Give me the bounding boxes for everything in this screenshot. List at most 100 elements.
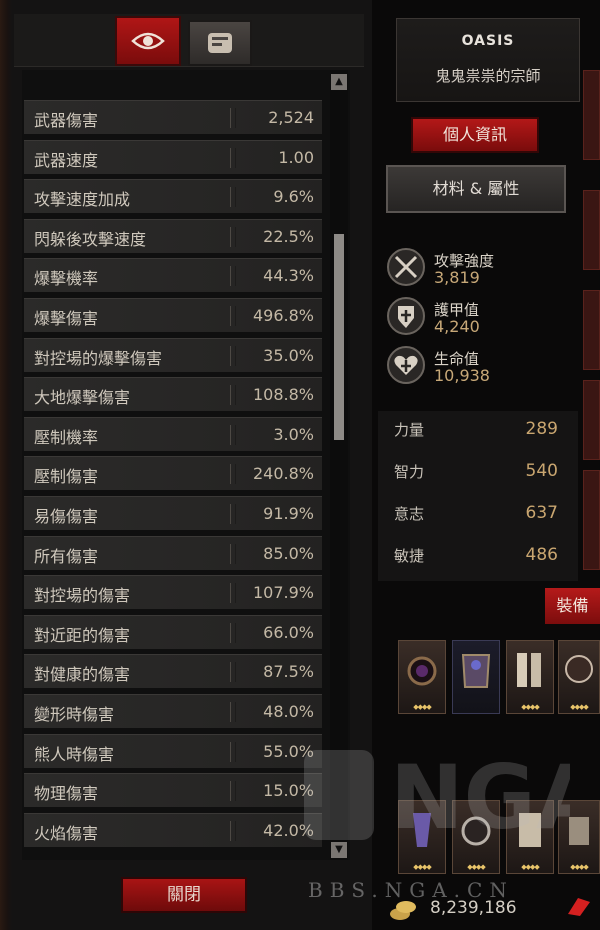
stat-divider [230, 741, 236, 762]
stat-label: 爆擊傷害 [34, 309, 99, 328]
attribute-row[interactable]: 意志 637 [378, 495, 568, 535]
chest-armor-icon [461, 654, 491, 688]
stat-row[interactable]: 大地爆擊傷害 108.8% [24, 377, 322, 412]
attribute-label: 力量 [394, 421, 425, 439]
panel-border [0, 0, 12, 930]
stat-label: 物理傷害 [34, 784, 99, 804]
stat-divider [230, 820, 236, 841]
stat-row[interactable]: 所有傷害 85.0% [24, 535, 322, 570]
equipment-slot-weapon[interactable]: ◆◆◆◆ [558, 640, 600, 714]
stat-value: 3.0% [273, 424, 314, 444]
stat-divider [230, 702, 236, 722]
stat-row[interactable]: 熊人時傷害 55.0% [24, 733, 322, 768]
attribute-value: 637 [525, 503, 558, 523]
weapon-icon [565, 655, 593, 683]
side-tab[interactable] [583, 290, 600, 370]
eye-icon [131, 32, 165, 50]
equipment-slot-amulet[interactable]: ◆◆◆◆ [398, 640, 446, 714]
attribute-row[interactable]: 智力 540 [378, 453, 568, 493]
stat-divider [230, 306, 236, 326]
stat-divider [230, 147, 236, 168]
stat-label: 所有傷害 [34, 546, 99, 566]
attribute-label: 智力 [394, 463, 425, 481]
stat-row[interactable]: 壓制傷害 240.8% [24, 456, 322, 491]
stat-value: 240.8% [252, 464, 314, 484]
side-tab[interactable] [583, 380, 600, 460]
stat-divider [230, 583, 236, 604]
side-tab[interactable] [583, 70, 600, 160]
red-gem-icon [568, 898, 590, 916]
item-rarity-stars: ◆◆◆◆ [570, 863, 589, 871]
attributes-box: 力量 289 智力 540 意志 637 敏捷 486 [378, 411, 578, 581]
stat-row[interactable]: 對控場的傷害 107.9% [24, 575, 322, 610]
stat-label: 壓制傷害 [34, 467, 99, 487]
stat-row[interactable]: 火焰傷害 42.0% [24, 812, 322, 847]
stat-row[interactable]: 爆擊傷害 496.8% [24, 298, 322, 332]
stat-label: 對控場的傷害 [34, 586, 131, 606]
life-value: 10,938 [434, 366, 490, 385]
stat-label: 大地爆擊傷害 [34, 388, 131, 408]
close-button[interactable]: 關閉 [121, 877, 247, 913]
stat-divider [230, 266, 236, 287]
attribute-value: 486 [525, 545, 558, 565]
stat-row[interactable]: 物理傷害 15.0% [24, 773, 322, 808]
stat-value: 91.9% [263, 504, 314, 523]
stat-divider [230, 108, 236, 128]
armor-value: 4,240 [434, 317, 480, 336]
stat-divider [230, 226, 236, 247]
item-rarity-stars: ◆◆◆◆ [521, 863, 540, 871]
item-rarity-stars: ◆◆◆◆ [413, 863, 432, 871]
stat-row[interactable]: 武器速度 1.00 [24, 139, 322, 174]
stat-row[interactable]: 閃躲後攻擊速度 22.5% [24, 218, 322, 253]
equipment-slot-chest[interactable] [452, 640, 500, 714]
stat-label: 閃躲後攻擊速度 [34, 229, 147, 249]
stat-divider [230, 662, 236, 683]
equipment-slot-boots[interactable]: ◆◆◆◆ [506, 640, 554, 714]
gold-amount: 8,239,186 [430, 898, 517, 918]
stat-divider [230, 385, 236, 406]
stat-row[interactable]: 壓制機率 3.0% [24, 416, 322, 451]
attribute-value: 289 [525, 419, 558, 439]
stat-row[interactable]: 武器傷害 2,524 [24, 100, 322, 134]
stat-value: 2,524 [268, 108, 314, 127]
materials-attributes-button[interactable]: 材料 & 屬性 [386, 165, 566, 213]
scroll-up-button[interactable]: ▲ [331, 74, 347, 90]
scrollbar-thumb[interactable] [334, 234, 344, 440]
stat-value: 35.0% [263, 345, 314, 365]
attribute-row[interactable]: 力量 289 [378, 411, 568, 451]
stat-label: 武器傷害 [34, 111, 99, 130]
stat-divider [230, 345, 236, 366]
stat-divider [230, 781, 236, 802]
profile-button[interactable]: 個人資訊 [411, 117, 539, 153]
stat-row[interactable]: 對控場的爆擊傷害 35.0% [24, 337, 322, 372]
name-plate: OASIS 鬼鬼祟祟的宗師 [396, 18, 580, 102]
crossed-swords-icon [387, 248, 425, 286]
stat-row[interactable]: 對近距的傷害 66.0% [24, 614, 322, 649]
stat-label: 熊人時傷害 [34, 744, 115, 764]
stat-label: 對控場的爆擊傷害 [34, 348, 163, 368]
stat-divider [230, 464, 236, 485]
tab-character-stats[interactable] [115, 16, 181, 66]
stat-row[interactable]: 變形時傷害 48.0% [24, 694, 322, 728]
side-tab[interactable] [583, 190, 600, 270]
boots-icon [517, 653, 541, 687]
stat-label: 對健康的傷害 [34, 665, 131, 685]
stat-label: 火焰傷害 [34, 823, 99, 843]
item-rarity-stars: ◆◆◆◆ [467, 863, 486, 871]
gold-coins-icon [390, 901, 416, 920]
equipment-tab[interactable]: 裝備 [545, 588, 600, 624]
stat-value: 87.5% [263, 662, 314, 682]
side-tab[interactable] [583, 470, 600, 570]
stat-value: 85.0% [263, 543, 314, 563]
attribute-label: 意志 [394, 505, 425, 523]
attribute-row[interactable]: 敏捷 486 [378, 537, 568, 577]
stat-value: 1.00 [278, 147, 314, 167]
tab-inventory[interactable] [188, 20, 252, 66]
stat-row[interactable]: 爆擊機率 44.3% [24, 258, 322, 293]
amulet-icon [407, 656, 437, 686]
stat-row[interactable]: 對健康的傷害 87.5% [24, 654, 322, 689]
stat-value: 22.5% [263, 226, 314, 246]
stat-value: 107.9% [252, 583, 314, 603]
stat-row[interactable]: 攻擊速度加成 9.6% [24, 179, 322, 214]
stat-row[interactable]: 易傷傷害 91.9% [24, 496, 322, 530]
